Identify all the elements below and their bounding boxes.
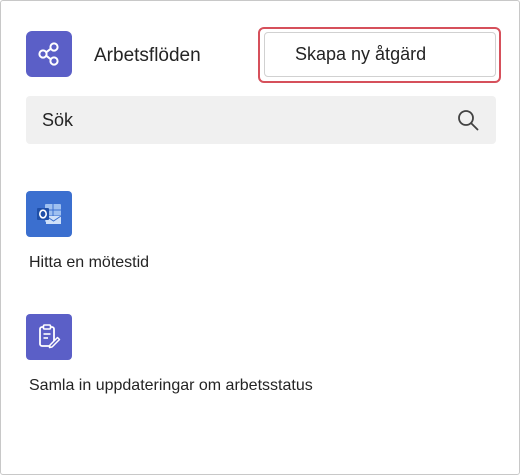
outlook-calendar-icon bbox=[26, 191, 72, 237]
create-new-action-button[interactable]: Skapa ny åtgärd bbox=[264, 32, 496, 77]
workflow-label: Samla in uppdateringar om arbetsstatus bbox=[29, 377, 313, 394]
share-nodes-icon bbox=[38, 42, 59, 66]
page-title: Arbetsflöden bbox=[94, 45, 201, 66]
search-bar bbox=[26, 96, 496, 144]
search-input[interactable] bbox=[42, 96, 442, 144]
workflows-app-icon bbox=[26, 31, 72, 77]
search-icon[interactable] bbox=[456, 108, 480, 132]
clipboard-edit-icon bbox=[26, 314, 72, 360]
workflows-panel: Arbetsflöden Skapa ny åtgärd Hitta en mö… bbox=[0, 0, 520, 475]
workflow-label: Hitta en mötestid bbox=[29, 254, 150, 271]
